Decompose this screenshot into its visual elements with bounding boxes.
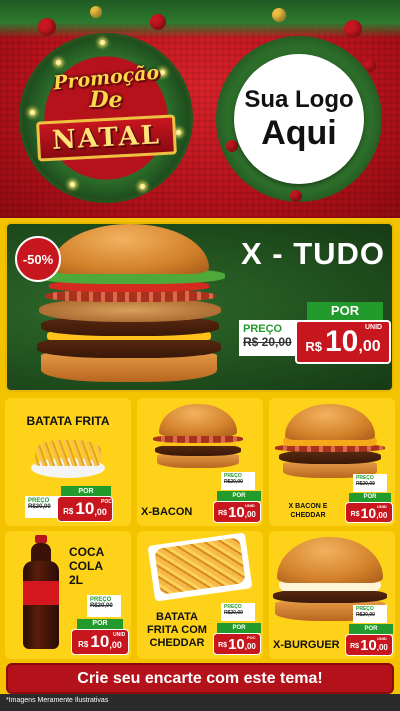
price-decimal: ,00 xyxy=(244,510,256,519)
product-name: X BACON E CHEDDAR xyxy=(288,503,328,519)
burger-patty xyxy=(273,589,387,603)
logo-text-line2: Aqui xyxy=(261,114,337,152)
product-card-x-burguer: PREÇO R$20,00 POR X-BURGUER R$ 10 ,00 UN… xyxy=(269,531,395,659)
preco-tag: PREÇO R$20,00 xyxy=(87,595,121,617)
burger-top-bun xyxy=(51,224,209,274)
cta-text: Crie seu encarte com este tema! xyxy=(77,669,323,687)
price-integer: 10 xyxy=(228,503,245,521)
currency: R$ xyxy=(63,506,74,516)
burger-bottom-bun xyxy=(157,454,239,468)
price-decimal: ,00 xyxy=(244,642,256,651)
old-price: R$20,00 xyxy=(224,479,243,485)
natal-banner: NATAL xyxy=(35,114,177,162)
old-price: R$20,00 xyxy=(356,612,375,618)
currency: R$ xyxy=(350,643,360,650)
currency: R$ xyxy=(218,510,228,517)
por-label: POR xyxy=(307,302,383,320)
burger-bacon xyxy=(153,435,243,443)
unit-label: UNID xyxy=(113,632,126,638)
unit-label: UNID xyxy=(365,324,383,331)
burger-top-bun xyxy=(277,537,383,583)
currency: R$ xyxy=(218,642,228,649)
currency: R$ xyxy=(305,338,322,354)
price-decimal: ,00 xyxy=(376,643,388,652)
por-label: POR xyxy=(217,491,261,501)
hero-product-x-tudo: -50% X - TUDO POR PREÇO R$ 20,00 R$ 10 ,… xyxy=(5,222,394,392)
bottle-icon xyxy=(21,535,61,651)
ornament-icon xyxy=(272,8,286,22)
old-price: R$20,00 xyxy=(224,610,243,616)
unit-label: POC xyxy=(101,499,112,505)
price-integer: 10 xyxy=(360,504,377,521)
ornament-icon xyxy=(38,18,56,36)
preco-tag: PREÇO R$20,00 xyxy=(353,605,387,623)
preco-tag: PREÇO R$20,00 xyxy=(221,472,255,490)
currency: R$ xyxy=(350,510,360,518)
hero-title: X - TUDO xyxy=(241,236,386,271)
christmas-header: Promoção De NATAL Sua Logo Aqui xyxy=(0,0,400,218)
unit-label: POC xyxy=(247,635,256,640)
por-label: POR xyxy=(217,623,261,633)
preco-tag: PREÇO R$20,00 xyxy=(221,603,255,621)
price-decimal: ,00 xyxy=(109,640,122,650)
ornament-icon xyxy=(344,20,362,38)
product-card-coca-cola: COCA COLA 2L PREÇO R$20,00 POR R$ 10 ,00… xyxy=(5,531,131,659)
discount-badge: -50% xyxy=(15,236,61,282)
old-price: R$20,00 xyxy=(90,603,113,609)
ornament-icon xyxy=(226,140,238,152)
por-label: POR xyxy=(77,619,123,629)
price-decimal: ,00 xyxy=(358,338,381,355)
price-integer: 10 xyxy=(75,499,95,518)
currency: R$ xyxy=(78,639,89,649)
natal-text: NATAL xyxy=(50,120,162,156)
price-integer: 10 xyxy=(360,636,377,654)
price-integer: 10 xyxy=(325,325,359,358)
fries-pile xyxy=(35,440,101,466)
price-integer: 10 xyxy=(228,635,245,653)
burger-top-bun xyxy=(285,404,375,440)
ornament-icon xyxy=(150,14,166,30)
old-price: R$20,00 xyxy=(28,504,51,510)
burger-patty xyxy=(279,450,381,464)
ornament-icon xyxy=(290,190,302,202)
unit-label: UNID xyxy=(377,504,387,509)
por-label: POR xyxy=(349,493,391,502)
unit-label: UNID xyxy=(245,503,255,508)
preco-label: PREÇO xyxy=(243,323,283,335)
price-decimal: ,00 xyxy=(94,507,107,517)
flyer-page: Promoção De NATAL Sua Logo Aqui -50% X -… xyxy=(0,0,400,711)
product-card-batata-cheddar: BATATA FRITA COM CHEDDAR PREÇO R$20,00 P… xyxy=(137,531,263,659)
logo-text-line1: Sua Logo xyxy=(244,86,354,113)
por-label: POR xyxy=(349,624,393,634)
old-price: R$ 20,00 xyxy=(243,335,292,349)
promo-title-line2: De xyxy=(89,87,123,113)
product-name: BATATA FRITA xyxy=(26,414,110,428)
product-name-line2: COLA xyxy=(69,559,103,573)
product-name: X-BURGUER xyxy=(273,639,340,651)
product-card-x-bacon-cheddar: PREÇO R$20,00 POR X BACON E CHEDDAR R$ 1… xyxy=(269,398,395,526)
pine-garland xyxy=(0,0,400,38)
promo-title-line1: Promoção xyxy=(51,61,161,95)
product-name-line3: 2L xyxy=(69,573,84,587)
ornament-icon xyxy=(90,6,102,18)
old-price: R$20,00 xyxy=(356,481,375,487)
ornament-icon xyxy=(364,60,376,72)
product-card-x-bacon: PREÇO R$20,00 POR X-BACON R$ 10 ,00 UNID xyxy=(137,398,263,526)
cta-banner[interactable]: Crie seu encarte com este tema! xyxy=(6,663,394,694)
product-card-batata-frita: BATATA FRITA POR PREÇO R$20,00 R$ 10 ,00… xyxy=(5,398,131,526)
price-decimal: ,00 xyxy=(376,510,388,520)
burger-top-bun xyxy=(159,404,237,436)
preco-tag: PREÇO R$20,00 xyxy=(353,474,387,492)
disclaimer: *Imagens Meramente Ilustrativas xyxy=(6,697,109,704)
logo-placeholder: Sua Logo Aqui xyxy=(234,54,364,184)
product-name: X-BACON xyxy=(141,506,193,518)
promo-title: Promoção De NATAL xyxy=(22,36,190,200)
preco-tag: PREÇO R$ 20,00 xyxy=(239,320,301,356)
preco-tag: PREÇO R$20,00 xyxy=(25,496,61,518)
price-integer: 10 xyxy=(90,632,110,651)
unit-label: UNID xyxy=(377,636,387,641)
product-name: BATATA FRITA COM CHEDDAR xyxy=(147,611,207,649)
product-name-line1: COCA xyxy=(69,545,105,559)
